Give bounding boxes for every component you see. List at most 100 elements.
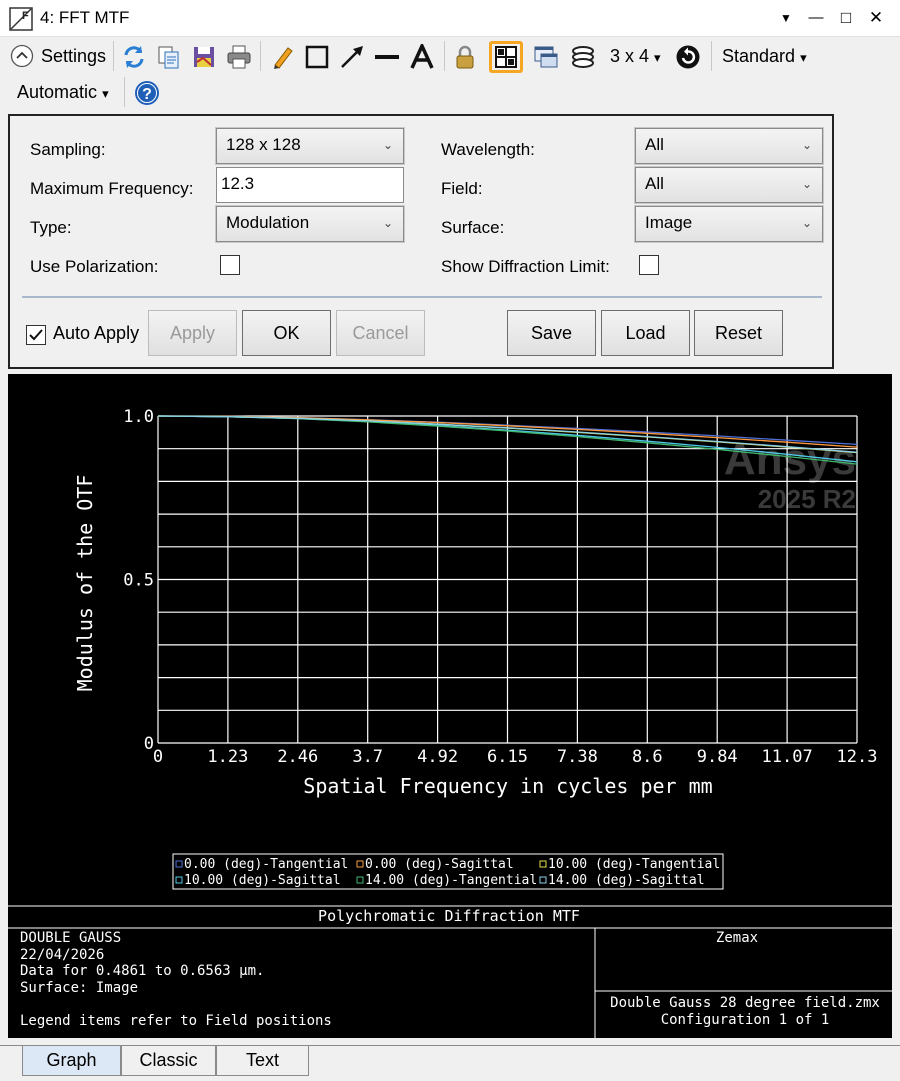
type-value: Modulation — [226, 213, 310, 232]
grid-icon — [495, 46, 517, 68]
checkmark-icon — [29, 329, 43, 341]
apply-button[interactable]: Apply — [148, 310, 237, 356]
x-tick-label: 4.92 — [417, 747, 458, 767]
app-icon: F — [9, 7, 33, 31]
layers-icon[interactable] — [570, 44, 596, 70]
refresh-icon[interactable] — [121, 44, 147, 70]
chevron-down-icon: ⌄ — [382, 216, 393, 230]
x-axis-label: Spatial Frequency in cycles per mm — [303, 774, 712, 798]
save-icon[interactable] — [191, 44, 217, 70]
chevron-down-icon: ⌄ — [801, 138, 812, 152]
save-button[interactable]: Save — [507, 310, 596, 356]
y-tick-label: 0 — [144, 734, 154, 754]
y-tick-label: 0.5 — [123, 571, 154, 591]
window-icon[interactable] — [533, 44, 559, 70]
print-icon[interactable] — [226, 44, 252, 70]
line-icon[interactable] — [374, 44, 400, 70]
surface-value: Image — [645, 213, 693, 232]
x-tick-label: 6.15 — [487, 747, 528, 767]
grid-toggle-button[interactable] — [489, 41, 523, 73]
arrow-icon[interactable] — [339, 44, 365, 70]
y-axis-label: Modulus of the OTF — [73, 475, 97, 692]
watermark-line2: 2025 R2 — [758, 484, 856, 514]
info-line: Legend items refer to Field positions — [20, 1013, 332, 1029]
toolbar-separator — [113, 41, 114, 71]
info-line: DOUBLE GAUSS — [20, 930, 121, 946]
legend-item: 10.00 (deg)-Tangential — [548, 857, 720, 872]
info-filename: Double Gauss 28 degree field.zmx — [610, 995, 880, 1011]
window-menu-button[interactable]: ▼ — [772, 6, 800, 30]
tab-classic[interactable]: Classic — [121, 1046, 216, 1076]
legend-item: 14.00 (deg)-Sagittal — [548, 873, 705, 888]
help-icon[interactable]: ? — [134, 80, 160, 106]
legend-item: 0.00 (deg)-Tangential — [184, 857, 348, 872]
wavelength-select[interactable]: All ⌄ — [634, 127, 824, 165]
mtf-chart: Ansys 2025 R2 0 1.23 2.46 3.7 4.92 6.15 7.38 8.… — [8, 407, 892, 1038]
legend-item: 14.00 (deg)-Tangential — [365, 873, 537, 888]
surface-select[interactable]: Image ⌄ — [634, 205, 824, 243]
info-configuration: Configuration 1 of 1 — [661, 1012, 830, 1028]
x-tick-label: 8.6 — [632, 747, 663, 767]
chevron-down-icon: ⌄ — [801, 177, 812, 191]
legend-marker — [175, 860, 183, 868]
x-tick-label: 1.23 — [207, 747, 248, 767]
auto-apply-checkbox[interactable] — [26, 325, 46, 345]
x-tick-label: 2.46 — [277, 747, 318, 767]
legend-marker — [539, 876, 547, 884]
x-tick-label: 0 — [153, 747, 163, 767]
minimize-button[interactable]: — — [802, 6, 830, 30]
chevron-down-icon: ▾ — [800, 50, 807, 65]
toolbar-separator — [124, 77, 125, 107]
rectangle-icon[interactable] — [304, 44, 330, 70]
close-button[interactable]: ✕ — [862, 6, 890, 30]
chevron-down-icon: ⌄ — [801, 216, 812, 230]
x-tick-label: 7.38 — [557, 747, 598, 767]
tab-text[interactable]: Text — [216, 1046, 309, 1076]
maximize-button[interactable]: □ — [832, 6, 860, 30]
graph-area[interactable]: Ansys 2025 R2 0 1.23 2.46 3.7 4.92 6.15 7.38 8.… — [8, 374, 892, 1038]
panel-divider — [22, 296, 822, 298]
chevron-down-icon: ▾ — [102, 86, 109, 101]
rotate-icon[interactable] — [675, 44, 701, 70]
surface-label: Surface: — [441, 218, 505, 237]
use-polarization-checkbox[interactable] — [220, 255, 240, 275]
auto-apply-label: Auto Apply — [53, 323, 140, 343]
ok-button[interactable]: OK — [242, 310, 331, 356]
layout-dropdown[interactable]: 3 x 4 ▾ — [610, 41, 661, 71]
legend-item: 10.00 (deg)-Sagittal — [184, 873, 341, 888]
toolbar-separator — [260, 41, 261, 71]
legend: 0.00 (deg)-Tangential 0.00 (deg)-Sagittal… — [175, 857, 720, 888]
svg-text:?: ? — [142, 86, 152, 103]
max-frequency-field[interactable]: 12.3 — [216, 167, 404, 203]
wavelength-value: All — [645, 135, 664, 154]
legend-marker — [539, 860, 547, 868]
chevron-up-icon — [10, 44, 34, 68]
settings-panel: Sampling: 128 x 128 ⌄ Maximum Frequency:… — [8, 114, 834, 369]
sampling-value: 128 x 128 — [226, 135, 301, 154]
standard-dropdown[interactable]: Standard ▾ — [722, 41, 807, 71]
tab-graph[interactable]: Graph — [22, 1046, 121, 1076]
show-diffraction-limit-checkbox[interactable] — [639, 255, 659, 275]
legend-marker — [356, 860, 364, 868]
lock-icon[interactable] — [452, 44, 478, 70]
field-value: All — [645, 174, 664, 193]
sampling-label: Sampling: — [30, 140, 106, 159]
field-select[interactable]: All ⌄ — [634, 166, 824, 204]
text-icon[interactable] — [409, 44, 435, 70]
title-bar: F 4: FFT MTF ▼ — □ ✕ — [0, 0, 900, 37]
type-label: Type: — [30, 218, 72, 237]
load-button[interactable]: Load — [601, 310, 690, 356]
reset-button[interactable]: Reset — [694, 310, 783, 356]
cancel-button[interactable]: Cancel — [336, 310, 425, 356]
sampling-select[interactable]: 128 x 128 ⌄ — [215, 127, 405, 165]
pencil-icon[interactable] — [270, 44, 296, 70]
legend-marker — [175, 876, 183, 884]
info-zemax: Zemax — [716, 930, 758, 946]
automatic-label: Automatic — [17, 82, 98, 102]
use-polarization-label: Use Polarization: — [30, 257, 159, 276]
copy-icon[interactable] — [156, 44, 182, 70]
type-select[interactable]: Modulation ⌄ — [215, 205, 405, 243]
layout-label: 3 x 4 — [610, 46, 650, 66]
automatic-dropdown[interactable]: Automatic ▾ — [17, 77, 109, 107]
show-diffraction-limit-label: Show Diffraction Limit: — [441, 257, 610, 276]
